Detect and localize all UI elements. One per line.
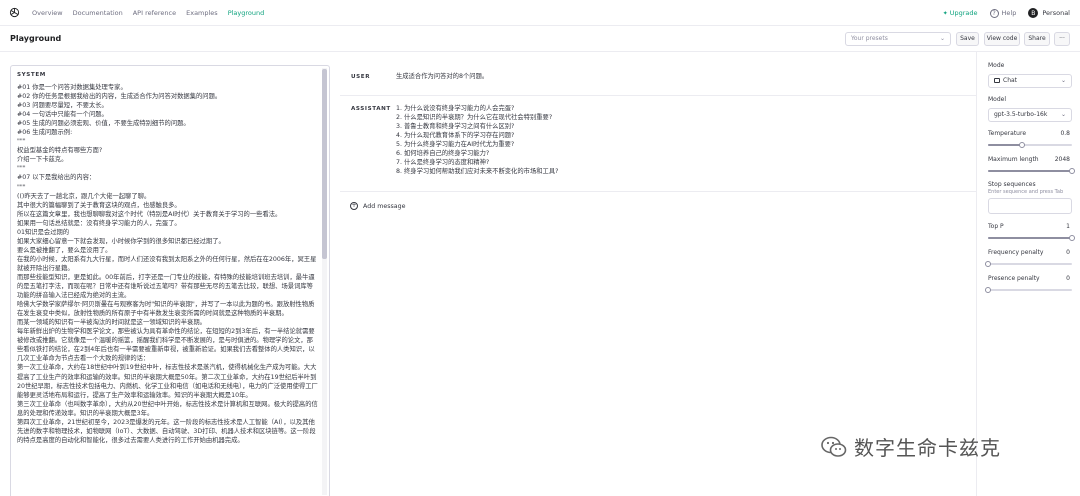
mode-select[interactable]: Chat ⌄: [988, 74, 1072, 88]
wechat-icon: [821, 436, 847, 457]
presence-penalty-label: Presence penalty: [988, 275, 1040, 282]
temperature-value[interactable]: 0.8: [1060, 130, 1070, 137]
openai-logo-icon[interactable]: [9, 7, 20, 18]
slider-handle[interactable]: [985, 287, 991, 293]
stop-sequences-label: Stop sequences: [988, 181, 1036, 188]
assistant-message-text[interactable]: 1. 为什么说没有终身学习能力的人会完蛋? 2. 什么是知识的半衰期？为什么它在…: [396, 104, 956, 176]
list-item: 5. 为什么终身学习能力在AI时代尤为重要?: [396, 141, 515, 148]
stop-sequences-hint: Enter sequence and press Tab: [988, 189, 1064, 195]
slider-handle[interactable]: [1069, 235, 1075, 241]
list-item: 8. 终身学习如何帮助我们应对未来不断变化的市场和工具?: [396, 168, 559, 175]
chevron-down-icon: ⌄: [1060, 111, 1066, 118]
watermark-text: 数字生命卡兹克: [854, 436, 1001, 460]
max-length-value[interactable]: 2048: [1055, 156, 1070, 163]
list-item: 6. 如何培养自己的终身学习能力?: [396, 150, 490, 157]
chevron-down-icon: ⌄: [939, 35, 945, 42]
sparkle-icon: ✦: [942, 9, 948, 17]
presence-penalty-value[interactable]: 0: [1066, 275, 1070, 282]
upgrade-label: Upgrade: [949, 9, 978, 17]
list-item: 1. 为什么说没有终身学习能力的人会完蛋?: [396, 105, 515, 112]
user-role-label[interactable]: USER: [351, 74, 370, 80]
user-message[interactable]: USER 生成适合作为问答对的8个问题。: [340, 64, 977, 96]
system-textarea[interactable]: #01 你是一个问答对数据集处理专家。 #02 你的任务是根据我给出的内容，生成…: [17, 83, 319, 445]
share-button[interactable]: Share: [1024, 32, 1050, 46]
stop-sequences-input[interactable]: [988, 198, 1072, 214]
top-p-label: Top P: [988, 223, 1004, 230]
model-label: Model: [988, 96, 1007, 103]
nav-overview[interactable]: Overview: [32, 9, 63, 17]
help-icon: ?: [989, 8, 999, 18]
top-nav: Overview Documentation API reference Exa…: [0, 0, 1080, 26]
presets-select[interactable]: Your presets ⌄: [845, 32, 951, 46]
nav-api-reference[interactable]: API reference: [133, 9, 176, 17]
list-item: 7. 什么是终身学习的态度和精神?: [396, 159, 490, 166]
frequency-penalty-label: Frequency penalty: [988, 249, 1044, 256]
presets-placeholder: Your presets: [851, 35, 888, 42]
user-message-text[interactable]: 生成适合作为问答对的8个问题。: [396, 72, 956, 81]
add-message-button[interactable]: + Add message: [350, 202, 406, 210]
nav-examples[interactable]: Examples: [186, 9, 218, 17]
frequency-penalty-slider[interactable]: [985, 261, 1072, 267]
system-label: SYSTEM: [17, 72, 46, 78]
system-panel[interactable]: SYSTEM #01 你是一个问答对数据集处理专家。 #02 你的任务是根据我给…: [10, 65, 330, 496]
top-p-slider[interactable]: [988, 235, 1075, 241]
avatar[interactable]: B: [1028, 8, 1039, 18]
upgrade-link[interactable]: ✦ Upgrade: [943, 9, 978, 17]
slider-handle[interactable]: [985, 261, 991, 267]
more-options-button[interactable]: ···: [1054, 32, 1070, 46]
presence-penalty-slider[interactable]: [985, 287, 1072, 293]
nav-right: ✦ Upgrade ? Help B Personal: [943, 0, 1070, 26]
model-select[interactable]: gpt-3.5-turbo-16k ⌄: [988, 108, 1072, 122]
messages-panel: USER 生成适合作为问答对的8个问题。 ASSISTANT 1. 为什么说没有…: [340, 52, 977, 496]
help-link[interactable]: ? Help: [989, 8, 1017, 18]
chevron-down-icon: ⌄: [1060, 77, 1066, 84]
help-label: Help: [1001, 9, 1017, 17]
page-title: Playground: [10, 34, 62, 43]
temperature-label: Temperature: [988, 130, 1027, 137]
assistant-message[interactable]: ASSISTANT 1. 为什么说没有终身学习能力的人会完蛋? 2. 什么是知识…: [340, 96, 977, 192]
frequency-penalty-value[interactable]: 0: [1066, 249, 1070, 256]
page-header: Playground Your presets ⌄ Save View code…: [0, 26, 1080, 52]
model-value: gpt-3.5-turbo-16k: [994, 111, 1048, 118]
watermark: 数字生命卡兹克: [820, 432, 1001, 461]
add-message-label: Add message: [363, 202, 406, 210]
assistant-role-label[interactable]: ASSISTANT: [351, 106, 391, 112]
slider-handle[interactable]: [1069, 168, 1075, 174]
max-length-label: Maximum length: [988, 156, 1039, 163]
list-item: 2. 什么是知识的半衰期？为什么它在现代社会特别重要?: [396, 114, 553, 121]
scrollbar-thumb[interactable]: [322, 69, 327, 259]
slider-handle[interactable]: [1018, 142, 1025, 148]
view-code-button[interactable]: View code: [984, 32, 1020, 46]
plus-icon: +: [350, 202, 358, 210]
list-item: 4. 为什么现代教育体系下的学习存在问题?: [396, 132, 515, 139]
top-p-value[interactable]: 1: [1066, 223, 1070, 230]
nav-playground[interactable]: Playground: [228, 9, 265, 17]
nav-documentation[interactable]: Documentation: [73, 9, 123, 17]
chat-icon: [994, 78, 1000, 83]
mode-label: Mode: [988, 62, 1005, 69]
save-button[interactable]: Save: [956, 32, 979, 46]
mode-value: Chat: [1003, 77, 1018, 84]
max-length-slider[interactable]: [988, 168, 1075, 174]
account-name[interactable]: Personal: [1042, 9, 1070, 17]
temperature-slider[interactable]: [988, 142, 1072, 148]
list-item: 3. 普鲁士教育和终身学习之间有什么区别?: [396, 123, 515, 130]
